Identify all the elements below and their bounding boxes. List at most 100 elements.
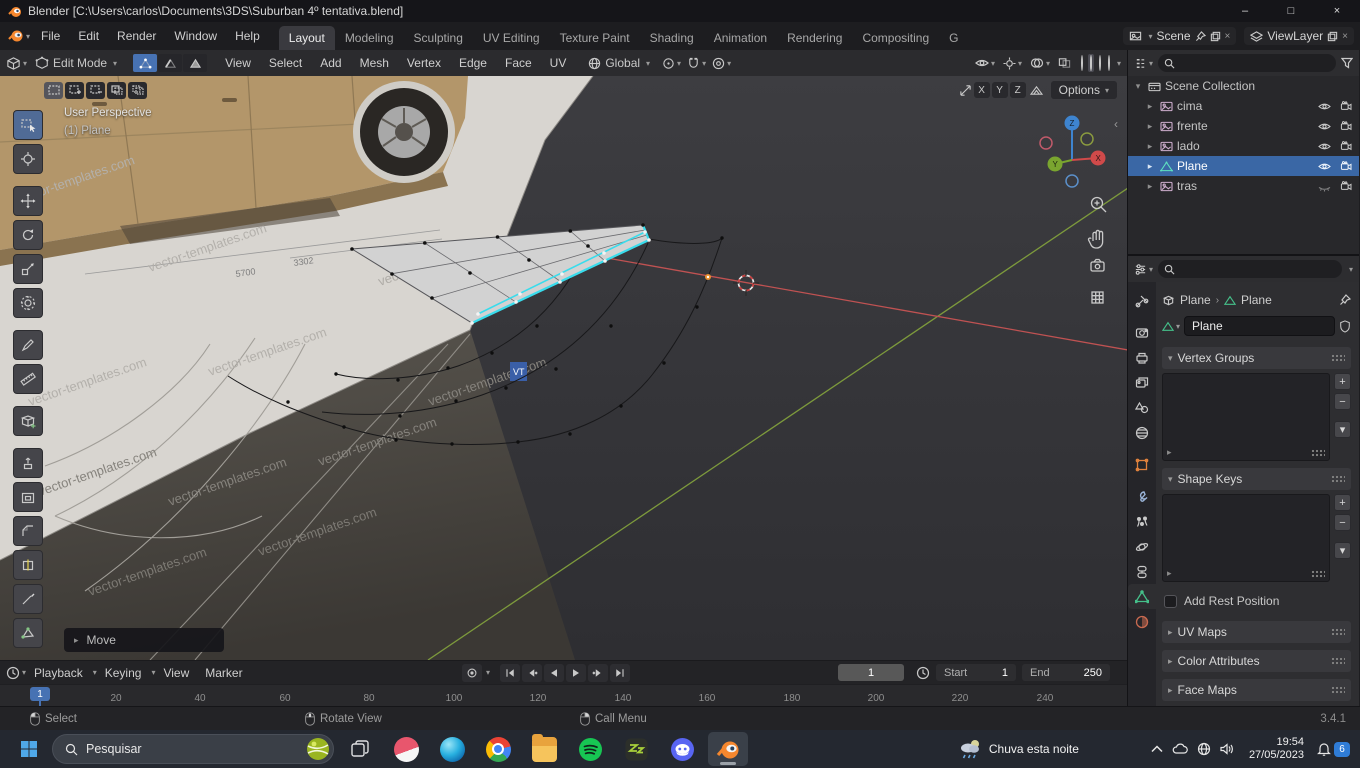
- tool-poly-build-button[interactable]: [13, 618, 43, 648]
- add-shape-key-button[interactable]: +: [1334, 494, 1351, 511]
- tab-object[interactable]: [1128, 452, 1156, 477]
- shape-keys-list[interactable]: ▸: [1162, 494, 1330, 582]
- tab-object-data[interactable]: [1128, 584, 1156, 609]
- discord-button[interactable]: [662, 732, 702, 766]
- mirror-z-toggle[interactable]: Z: [1010, 82, 1026, 98]
- outliner-row-scene-collection[interactable]: ▾ Scene Collection: [1128, 76, 1359, 96]
- tab-modeling[interactable]: Modeling: [335, 26, 404, 50]
- tab-scene[interactable]: [1128, 395, 1156, 420]
- disable-render-toggle[interactable]: [1337, 181, 1355, 191]
- tab-physics[interactable]: [1128, 534, 1156, 559]
- search-highlight-image[interactable]: [306, 737, 330, 761]
- xray-toggle-button[interactable]: [1058, 57, 1071, 69]
- outliner-row-cima[interactable]: ▸ cima: [1128, 96, 1359, 116]
- viewport-3d[interactable]: 3302 5700 vector-templates.com vector-te…: [0, 76, 1127, 660]
- disclosure-icon[interactable]: ▸: [1144, 121, 1156, 132]
- pinned-app-1-button[interactable]: [386, 732, 426, 766]
- menu-mesh[interactable]: Mesh: [352, 52, 397, 74]
- breadcrumb-object[interactable]: Plane: [1180, 293, 1211, 307]
- disable-render-toggle[interactable]: [1337, 141, 1355, 151]
- notification-area[interactable]: 6: [1317, 742, 1350, 757]
- menu-vertex[interactable]: Vertex: [399, 52, 449, 74]
- next-keyframe-button[interactable]: [588, 664, 608, 682]
- face-select-button[interactable]: [183, 54, 207, 72]
- tab-geometry-nodes[interactable]: Geometry Nodes: [939, 26, 959, 50]
- datablock-name-field[interactable]: Plane: [1184, 316, 1335, 336]
- outliner-editor-type-button[interactable]: ▾: [1134, 57, 1153, 70]
- transform-orientation-dropdown[interactable]: Global ▾: [582, 54, 656, 72]
- edge-button[interactable]: [432, 732, 472, 766]
- new-scene-icon[interactable]: [1210, 31, 1221, 42]
- edge-select-button[interactable]: [158, 54, 182, 72]
- pin-icon[interactable]: [1339, 294, 1351, 306]
- tab-tool[interactable]: [1128, 288, 1156, 313]
- tab-layout[interactable]: Layout: [279, 26, 335, 50]
- menu-keying[interactable]: Keying: [97, 663, 150, 683]
- tool-scale-button[interactable]: [13, 254, 43, 284]
- vertex-group-specials-button[interactable]: ▾: [1334, 421, 1351, 438]
- disclosure-icon[interactable]: ▸: [1144, 161, 1156, 172]
- mirror-y-toggle[interactable]: Y: [992, 82, 1008, 98]
- tool-measure-button[interactable]: [13, 364, 43, 394]
- tab-render[interactable]: [1128, 320, 1156, 345]
- tab-texture-paint[interactable]: Texture Paint: [550, 26, 640, 50]
- unlink-scene-icon[interactable]: ×: [1225, 31, 1231, 42]
- select-subtract-button[interactable]: [86, 82, 105, 99]
- tool-annotate-button[interactable]: [13, 330, 43, 360]
- tab-rendering[interactable]: Rendering: [777, 26, 852, 50]
- viewlayer-selector[interactable]: ViewLayer ×: [1244, 27, 1354, 45]
- menu-playback[interactable]: Playback: [26, 663, 91, 683]
- close-button[interactable]: ×: [1314, 0, 1360, 22]
- disclosure-icon[interactable]: ▾: [1132, 81, 1144, 92]
- overlays-button[interactable]: ▾: [1030, 57, 1050, 69]
- region-toggle-chevron[interactable]: ‹: [1114, 117, 1118, 131]
- list-resize-grip[interactable]: [1311, 570, 1325, 578]
- tool-select-box-button[interactable]: [13, 110, 43, 140]
- hide-viewport-toggle[interactable]: [1315, 101, 1333, 112]
- gizmos-button[interactable]: ▾: [1003, 57, 1022, 70]
- start-button[interactable]: [12, 732, 46, 766]
- tool-inset-button[interactable]: [13, 482, 43, 512]
- menu-add[interactable]: Add: [312, 52, 349, 74]
- gizmo-x-neg-axis[interactable]: [1040, 137, 1052, 149]
- tab-world[interactable]: [1128, 420, 1156, 445]
- remove-shape-key-button[interactable]: −: [1334, 514, 1351, 531]
- tab-uv-editing[interactable]: UV Editing: [473, 26, 550, 50]
- tab-sculpting[interactable]: Sculpting: [404, 26, 473, 50]
- add-rest-position-checkbox[interactable]: [1164, 595, 1177, 608]
- tab-view-layer[interactable]: [1128, 370, 1156, 395]
- show-object-types-button[interactable]: ▾: [975, 57, 995, 69]
- list-filter-toggle-icon[interactable]: ▸: [1167, 568, 1172, 579]
- tab-shading[interactable]: Shading: [640, 26, 704, 50]
- properties-editor-type-button[interactable]: ▾: [1134, 263, 1153, 276]
- tab-output[interactable]: [1128, 345, 1156, 370]
- outliner-filter-button[interactable]: [1341, 57, 1353, 69]
- hide-viewport-toggle[interactable]: [1315, 141, 1333, 152]
- taskbar-search[interactable]: Pesquisar: [52, 734, 334, 764]
- jump-to-end-button[interactable]: [610, 664, 630, 682]
- tab-constraints[interactable]: [1128, 559, 1156, 584]
- tray-onedrive-icon[interactable]: [1172, 743, 1188, 755]
- mode-dropdown[interactable]: Edit Mode ▾: [29, 54, 123, 72]
- scene-selector[interactable]: ▾ Scene ×: [1123, 27, 1236, 45]
- transform-extras-icon[interactable]: [959, 84, 972, 97]
- menu-render[interactable]: Render: [108, 25, 165, 47]
- timeline-editor-type-button[interactable]: ▾: [6, 666, 26, 680]
- taskbar-clock[interactable]: 19:54 27/05/2023: [1249, 736, 1304, 762]
- gizmo-z-neg-axis[interactable]: [1066, 175, 1078, 187]
- tab-modifiers[interactable]: [1128, 484, 1156, 509]
- fake-user-button[interactable]: [1339, 320, 1351, 333]
- jump-to-start-button[interactable]: [500, 664, 520, 682]
- minimize-button[interactable]: –: [1222, 0, 1268, 22]
- frame-end-field[interactable]: End250: [1022, 664, 1110, 681]
- breadcrumb-data[interactable]: Plane: [1241, 293, 1272, 307]
- tab-material[interactable]: [1128, 609, 1156, 634]
- list-filter-toggle-icon[interactable]: ▸: [1167, 447, 1172, 458]
- solid-shading-button[interactable]: [1088, 54, 1094, 72]
- blender-menu-icon[interactable]: ▾: [8, 28, 30, 44]
- menu-face[interactable]: Face: [497, 52, 540, 74]
- weather-widget[interactable]: Chuva esta noite: [958, 738, 1079, 760]
- hide-viewport-toggle[interactable]: [1315, 121, 1333, 132]
- tray-volume-icon[interactable]: [1220, 743, 1234, 755]
- tool-extrude-button[interactable]: [13, 448, 43, 478]
